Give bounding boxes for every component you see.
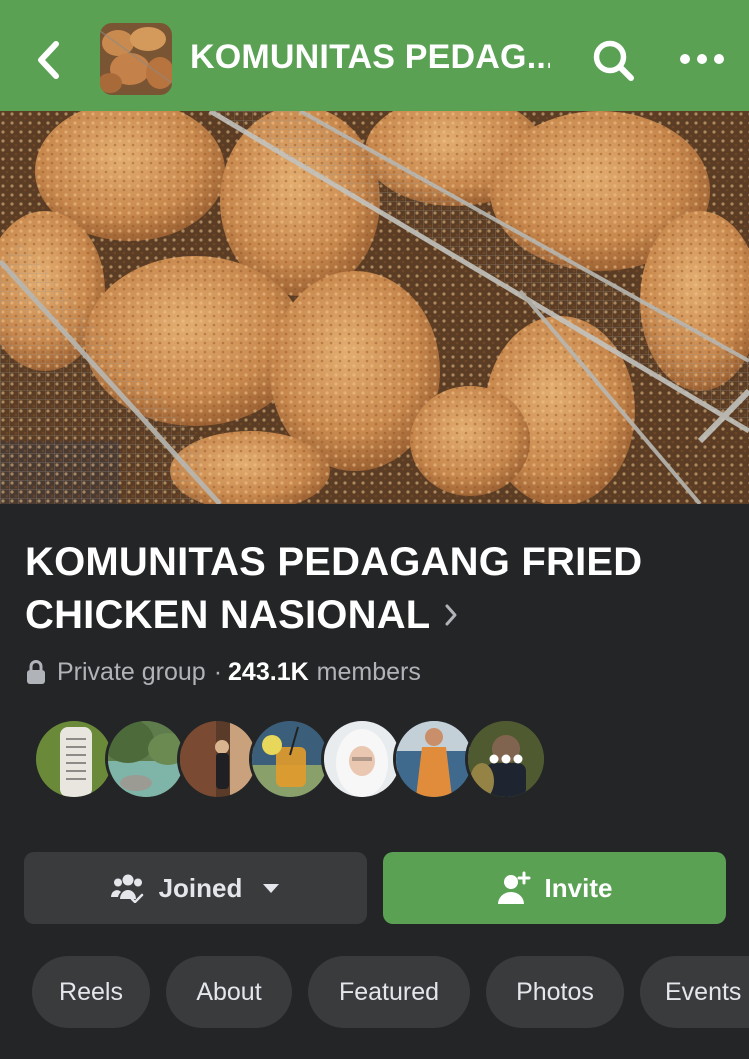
member-avatar[interactable]: [393, 718, 475, 800]
member-avatar[interactable]: [105, 718, 187, 800]
more-horizontal-icon: [680, 54, 724, 64]
member-count[interactable]: 243.1K: [228, 658, 309, 687]
meta-separator: ·: [213, 657, 223, 686]
joined-button[interactable]: Joined: [24, 852, 367, 924]
group-members-icon: [110, 874, 144, 903]
group-name-link[interactable]: KOMUNITAS PEDAGANG FRIED CHICKEN NASIONA…: [25, 536, 725, 642]
joined-label: Joined: [158, 872, 243, 903]
tab-reels[interactable]: Reels: [32, 956, 150, 1028]
more-horizontal-icon: [489, 754, 523, 764]
member-avatar-more[interactable]: [465, 718, 547, 800]
invite-button[interactable]: Invite: [383, 852, 726, 924]
member-avatar[interactable]: [177, 718, 259, 800]
group-meta: Private group · 243.1K members: [25, 654, 421, 690]
tab-events[interactable]: Events: [640, 956, 749, 1028]
back-button[interactable]: [28, 36, 68, 84]
caret-down-icon: [263, 883, 280, 893]
member-avatar[interactable]: [33, 718, 115, 800]
privacy-label: Private group: [57, 657, 206, 686]
member-avatar[interactable]: [321, 718, 403, 800]
search-button[interactable]: [589, 36, 639, 86]
tab-featured[interactable]: Featured: [308, 956, 470, 1028]
tab-photos[interactable]: Photos: [486, 956, 624, 1028]
group-header-bar: KOMUNITAS PEDAG...: [0, 0, 749, 111]
chevron-right-icon: [445, 604, 457, 626]
tab-about[interactable]: About: [166, 956, 292, 1028]
chevron-left-icon: [38, 41, 59, 79]
header-title: KOMUNITAS PEDAG...: [190, 38, 550, 76]
lock-icon: [27, 660, 45, 684]
member-avatar[interactable]: [249, 718, 331, 800]
members-label: members: [316, 657, 421, 686]
cover-photo[interactable]: [0, 111, 749, 504]
more-options-button[interactable]: [676, 38, 728, 80]
search-icon: [593, 40, 634, 81]
group-thumbnail[interactable]: [100, 23, 172, 95]
group-name: KOMUNITAS PEDAGANG FRIED CHICKEN NASIONA…: [25, 540, 643, 637]
add-person-icon: [497, 871, 531, 904]
invite-label: Invite: [544, 872, 613, 903]
